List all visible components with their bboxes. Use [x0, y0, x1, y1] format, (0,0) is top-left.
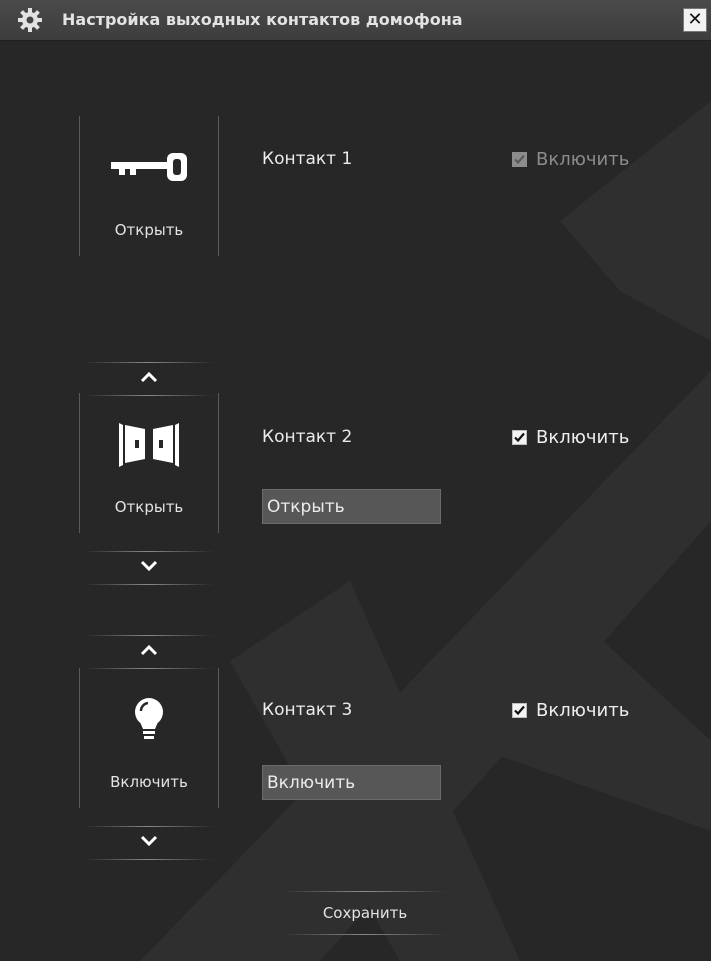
contact-1-action-tile[interactable]: Открыть [79, 116, 219, 256]
dialog-body: Открыть Контакт 1 Включить Открыть Конта… [0, 41, 711, 961]
chevron-up-icon [140, 371, 158, 383]
checkbox-checked-icon [512, 152, 527, 167]
close-button[interactable]: ✕ [683, 8, 707, 32]
checkbox-checked-icon [512, 430, 527, 445]
save-button[interactable]: Сохранить [283, 891, 447, 935]
contact-2-move-up-button[interactable] [84, 362, 214, 396]
contact-2-title: Контакт 2 [262, 427, 353, 447]
contact-3-title: Контакт 3 [262, 700, 353, 720]
contact-2-action-tile[interactable]: Открыть [79, 393, 219, 533]
contact-2-enable-checkbox[interactable]: Включить [512, 427, 629, 448]
gear-icon [18, 8, 42, 32]
title-bar: Настройка выходных контактов домофона ✕ [0, 0, 711, 41]
contact-2-name-input[interactable] [262, 489, 441, 524]
contact-3-name-input[interactable] [262, 765, 441, 800]
contact-3-action-tile[interactable]: Включить [79, 668, 219, 808]
contact-2-move-down-button[interactable] [84, 551, 214, 585]
checkbox-checked-icon [512, 703, 527, 718]
lightbulb-icon [80, 696, 218, 742]
window-title: Настройка выходных контактов домофона [62, 10, 463, 29]
chevron-down-icon [140, 560, 158, 572]
contact-3-action-label: Включить [110, 773, 188, 791]
contact-1-enable-checkbox[interactable]: Включить [512, 149, 629, 170]
contact-3-move-up-button[interactable] [84, 635, 214, 669]
contact-2-action-label: Открыть [114, 498, 184, 516]
chevron-down-icon [140, 835, 158, 847]
key-icon [80, 144, 218, 190]
contact-3-enable-checkbox[interactable]: Включить [512, 700, 629, 721]
contact-1-enable-label: Включить [536, 149, 630, 170]
contact-1-title: Контакт 1 [262, 149, 353, 169]
contact-2-enable-label: Включить [536, 427, 630, 448]
contact-3-enable-label: Включить [536, 700, 630, 721]
contact-1-action-label: Открыть [114, 221, 184, 239]
chevron-up-icon [140, 644, 158, 656]
contact-3-move-down-button[interactable] [84, 826, 214, 860]
door-icon [80, 421, 218, 467]
